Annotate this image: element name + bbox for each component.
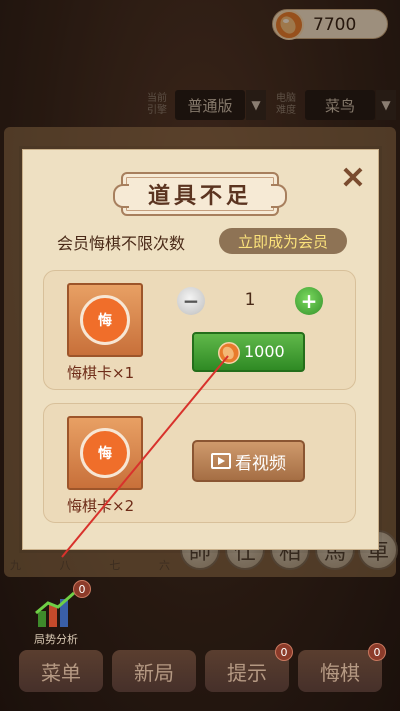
become-vip-button-label: 立即成为会员	[237, 232, 328, 251]
increase-quantity-button[interactable]: +	[295, 287, 323, 315]
vip-promo-text: 会员悔棋不限次数	[57, 234, 186, 253]
hint-badge: 0	[275, 643, 293, 661]
menu-button[interactable]: 菜单	[19, 650, 103, 692]
close-icon[interactable]: ✕	[338, 164, 368, 194]
menu-button-label: 菜单	[41, 660, 81, 685]
undo-card-icon: 悔	[67, 416, 143, 490]
undo-button-label: 悔棋	[320, 660, 360, 685]
decrease-quantity-button[interactable]: −	[177, 287, 205, 315]
become-vip-button[interactable]: 立即成为会员	[219, 228, 347, 254]
undo-card-label: 悔棋卡×2	[67, 497, 135, 515]
undo-card-label: 悔棋卡×1	[67, 364, 135, 382]
quantity-value: 1	[244, 290, 256, 310]
undo-card-icon-inner: 悔	[80, 428, 130, 478]
hint-button-label: 提示	[227, 660, 267, 685]
trend-chart-icon	[35, 591, 75, 627]
undo-card-icon: 悔	[67, 283, 143, 357]
peanut-coin-icon	[218, 342, 240, 364]
watch-video-button[interactable]: 看视频	[192, 440, 305, 482]
new-game-button-label: 新局	[134, 660, 174, 685]
analysis-badge: 0	[73, 580, 91, 598]
insufficient-items-dialog: 道具不足 ✕ 会员悔棋不限次数 立即成为会员 悔 悔棋卡×1 − 1 + 100…	[22, 149, 379, 550]
dialog-title-plaque: 道具不足	[113, 172, 287, 216]
undo-badge: 0	[368, 643, 386, 661]
buy-price: 1000	[244, 342, 285, 361]
video-icon	[211, 453, 231, 469]
situation-analysis-label: 局势分析	[34, 633, 78, 646]
watch-video-button-label: 看视频	[235, 453, 286, 474]
buy-with-coins-button[interactable]: 1000	[192, 332, 305, 372]
new-game-button[interactable]: 新局	[112, 650, 196, 692]
undo-card-icon-inner: 悔	[80, 295, 130, 345]
dialog-title: 道具不足	[147, 183, 252, 209]
